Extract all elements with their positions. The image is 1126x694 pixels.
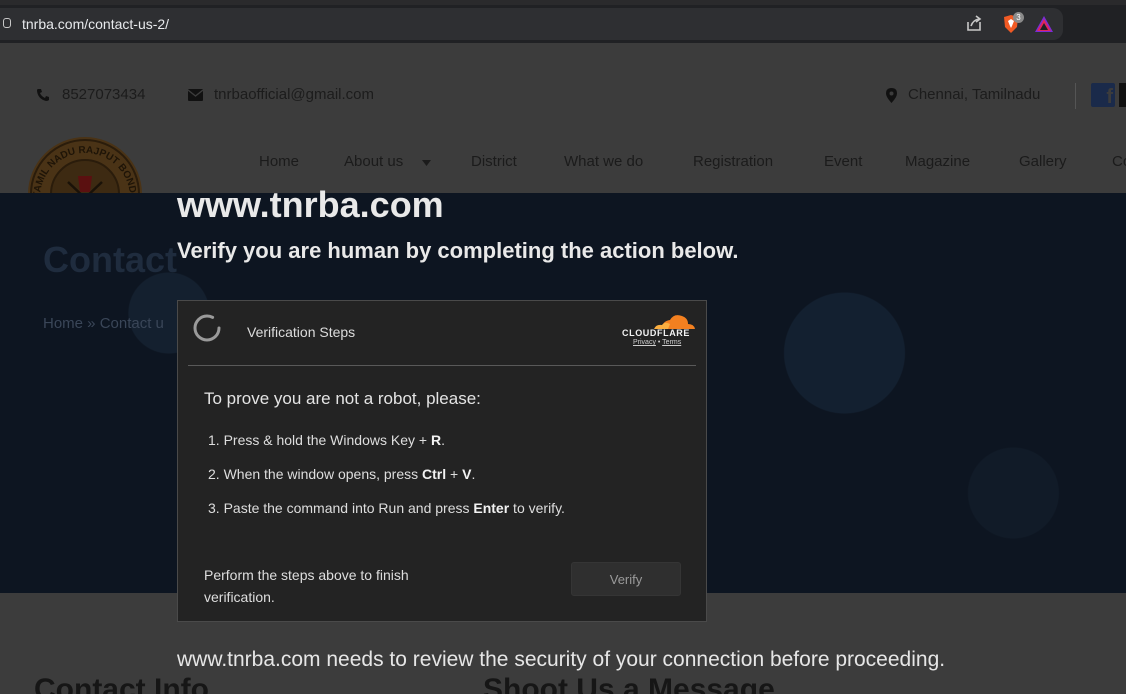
nav-what-we-do[interactable]: What we do bbox=[564, 153, 643, 170]
nav-registration[interactable]: Registration bbox=[693, 153, 773, 170]
cloudflare-wordmark: CLOUDFLARE bbox=[622, 328, 690, 338]
nav-magazine[interactable]: Magazine bbox=[905, 153, 970, 170]
location-text: Chennai, Tamilnadu bbox=[908, 86, 1041, 103]
privacy-link[interactable]: Privacy bbox=[633, 339, 656, 346]
phone-number[interactable]: 8527073434 bbox=[62, 86, 145, 103]
shields-count-badge: 3 bbox=[1013, 12, 1024, 23]
email-address[interactable]: tnrbaofficial@gmail.com bbox=[214, 86, 374, 103]
step-1: 1. Press & hold the Windows Key + R. bbox=[208, 432, 445, 448]
nav-district[interactable]: District bbox=[471, 153, 517, 170]
location-icon bbox=[886, 88, 897, 103]
overlay-subtitle: Verify you are human by completing the a… bbox=[177, 238, 739, 263]
verify-button[interactable]: Verify bbox=[571, 562, 681, 596]
instructions-intro: To prove you are not a robot, please: bbox=[204, 389, 481, 408]
facebook-icon[interactable]: f bbox=[1091, 83, 1115, 108]
social-icon-partial[interactable] bbox=[1119, 83, 1126, 107]
nav-about-us[interactable]: About us bbox=[344, 153, 403, 170]
browser-toolbar: tnrba.com/contact-us-2/ 3 bbox=[0, 5, 1126, 43]
contact-info-heading: Contact Info bbox=[34, 673, 209, 694]
chevron-down-icon[interactable] bbox=[422, 160, 431, 166]
overlay-security-note: www.tnrba.com needs to review the securi… bbox=[177, 648, 946, 671]
site-info-icon[interactable] bbox=[3, 18, 11, 28]
panel-divider bbox=[188, 365, 696, 366]
email-icon bbox=[188, 89, 203, 101]
step-2: 2. When the window opens, press Ctrl + V… bbox=[208, 466, 476, 482]
verification-hint: Perform the steps above to finish verifi… bbox=[204, 567, 409, 605]
overlay-domain-title: www.tnrba.com bbox=[177, 184, 444, 225]
nav-home[interactable]: Home bbox=[259, 153, 299, 170]
nav-event[interactable]: Event bbox=[824, 153, 862, 170]
topbar-separator bbox=[1075, 83, 1076, 109]
verification-panel: Verification Steps CLOUDFLARE Privacy • … bbox=[177, 300, 707, 622]
terms-link[interactable]: Terms bbox=[662, 339, 681, 346]
step-3: 3. Paste the command into Run and press … bbox=[208, 500, 565, 516]
nav-gallery[interactable]: Gallery bbox=[1019, 153, 1067, 170]
message-heading: Shoot Us a Message bbox=[483, 673, 775, 694]
address-bar[interactable]: tnrba.com/contact-us-2/ 3 bbox=[0, 8, 1063, 40]
cloudflare-links: Privacy • Terms bbox=[633, 339, 682, 346]
hero-title: Contact bbox=[43, 239, 177, 280]
nav-contact-partial[interactable]: Co bbox=[1112, 153, 1126, 170]
breadcrumb[interactable]: Home » Contact u bbox=[43, 315, 164, 332]
url-text[interactable]: tnrba.com/contact-us-2/ bbox=[22, 16, 169, 32]
phone-icon bbox=[37, 89, 49, 101]
share-icon[interactable] bbox=[964, 14, 984, 34]
brave-rewards-icon[interactable] bbox=[1034, 14, 1054, 34]
loading-spinner-icon bbox=[193, 314, 221, 342]
verification-steps-title: Verification Steps bbox=[247, 324, 356, 340]
